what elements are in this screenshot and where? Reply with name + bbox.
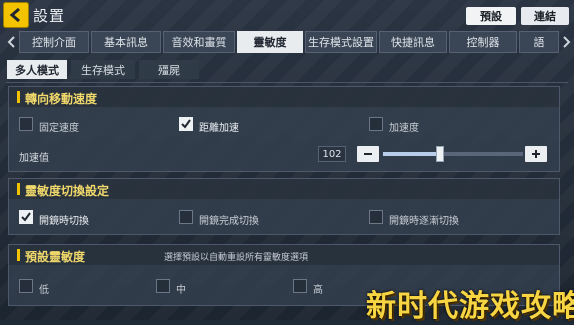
section-title: 預設靈敏度 bbox=[25, 250, 86, 264]
watermark-text: 新时代游戏攻略 bbox=[366, 289, 574, 324]
subtab-survival[interactable]: 生存模式 bbox=[71, 60, 135, 79]
tab-survival-settings[interactable]: 生存模式設置 bbox=[305, 31, 377, 53]
preset-medium-checkbox[interactable] bbox=[156, 279, 170, 293]
accel-slider-track[interactable] bbox=[383, 146, 523, 162]
tab-language[interactable]: 語 bbox=[519, 31, 559, 53]
panel-header: 靈敏度切換設定 bbox=[9, 179, 559, 199]
accel-slider-fill bbox=[383, 152, 441, 156]
fixed-speed-checkbox[interactable] bbox=[19, 117, 33, 131]
back-arrow-icon bbox=[9, 7, 20, 23]
panel-header: 轉向移動速度 bbox=[9, 87, 559, 107]
tabs-left-arrow-icon[interactable] bbox=[4, 31, 18, 53]
checkmark-icon bbox=[181, 119, 191, 129]
preset-button[interactable]: 預設 bbox=[466, 7, 516, 25]
preset-low-label: 低 bbox=[39, 285, 49, 296]
plus-icon bbox=[532, 150, 540, 158]
subtab-zombies[interactable]: 殭屍 bbox=[139, 60, 199, 79]
section-title: 靈敏度切換設定 bbox=[25, 184, 110, 198]
top-bar: 設置 預設 連結 bbox=[0, 0, 574, 30]
tab-controller[interactable]: 控制器 bbox=[449, 31, 517, 53]
preset-high-checkbox[interactable] bbox=[293, 279, 307, 293]
section-accent-bar bbox=[17, 91, 20, 103]
accel-value-display: 102 bbox=[318, 146, 346, 162]
scope-complete-checkbox[interactable] bbox=[179, 210, 193, 224]
preset-hint: 選擇預設以自動重設所有靈敏度選項 bbox=[164, 253, 309, 263]
page-title: 設置 bbox=[33, 7, 66, 25]
tab-sensitivity[interactable]: 靈敏度 bbox=[237, 31, 303, 53]
acceleration-label: 加速度 bbox=[389, 123, 419, 134]
subtab-divider bbox=[6, 82, 568, 83]
minus-icon bbox=[364, 153, 372, 155]
checkmark-icon bbox=[21, 212, 31, 222]
tab-audio-graphics[interactable]: 音效和畫質 bbox=[163, 31, 235, 53]
tab-control-ui[interactable]: 控制介面 bbox=[19, 31, 89, 53]
accel-slider-handle[interactable] bbox=[436, 146, 445, 162]
link-button[interactable]: 連結 bbox=[521, 7, 569, 25]
accel-value-label: 加速值 bbox=[19, 153, 49, 164]
preset-medium-label: 中 bbox=[176, 285, 186, 296]
scope-complete-label: 開鏡完成切換 bbox=[199, 216, 259, 227]
distance-accel-checkbox[interactable] bbox=[179, 117, 193, 131]
section-accent-bar bbox=[17, 183, 20, 195]
scope-gradual-checkbox[interactable] bbox=[369, 210, 383, 224]
accel-plus-button[interactable] bbox=[525, 146, 547, 162]
back-button[interactable] bbox=[3, 2, 29, 28]
section-title: 轉向移動速度 bbox=[25, 92, 98, 106]
tab-quick-messages[interactable]: 快捷訊息 bbox=[379, 31, 447, 53]
sensitivity-switch-panel: 靈敏度切換設定 開鏡時切換 開鏡完成切換 開鏡時逐漸切換 bbox=[8, 178, 560, 235]
acceleration-checkbox[interactable] bbox=[369, 117, 383, 131]
preset-high-label: 高 bbox=[313, 285, 323, 296]
panel-header: 預設靈敏度 選擇預設以自動重設所有靈敏度選項 bbox=[9, 245, 559, 265]
preset-low-checkbox[interactable] bbox=[19, 279, 33, 293]
turn-speed-panel: 轉向移動速度 固定速度 距離加速 加速度 加速值 102 bbox=[8, 86, 560, 172]
accel-minus-button[interactable] bbox=[357, 146, 379, 162]
distance-accel-label: 距離加速 bbox=[199, 123, 239, 134]
scope-switch-checkbox[interactable] bbox=[19, 210, 33, 224]
tab-basic-info[interactable]: 基本訊息 bbox=[91, 31, 161, 53]
subtab-multiplayer[interactable]: 多人模式 bbox=[7, 60, 67, 79]
main-tabs: 控制介面 基本訊息 音效和畫質 靈敏度 生存模式設置 快捷訊息 控制器 語 bbox=[0, 31, 574, 53]
section-accent-bar bbox=[17, 249, 20, 261]
fixed-speed-label: 固定速度 bbox=[39, 123, 79, 134]
scope-switch-label: 開鏡時切換 bbox=[39, 216, 89, 227]
scope-gradual-label: 開鏡時逐漸切換 bbox=[389, 216, 459, 227]
tabs-right-arrow-icon[interactable] bbox=[560, 31, 574, 53]
